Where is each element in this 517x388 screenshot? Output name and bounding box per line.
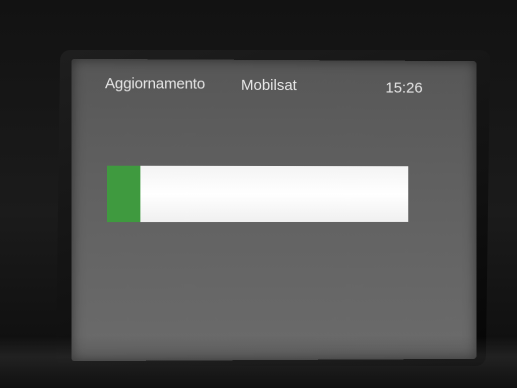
clock: 15:26 bbox=[385, 79, 423, 97]
surface-reflection bbox=[0, 336, 517, 388]
progress-fill bbox=[107, 165, 141, 223]
display-screen: Aggiornamento Mobilsat 15:26 bbox=[71, 58, 477, 362]
status-bar: Aggiornamento Mobilsat 15:26 bbox=[72, 59, 477, 101]
update-progress-bar bbox=[107, 165, 409, 223]
screen-subtitle: Mobilsat bbox=[240, 76, 297, 95]
screen-title: Aggiornamento bbox=[104, 75, 205, 93]
